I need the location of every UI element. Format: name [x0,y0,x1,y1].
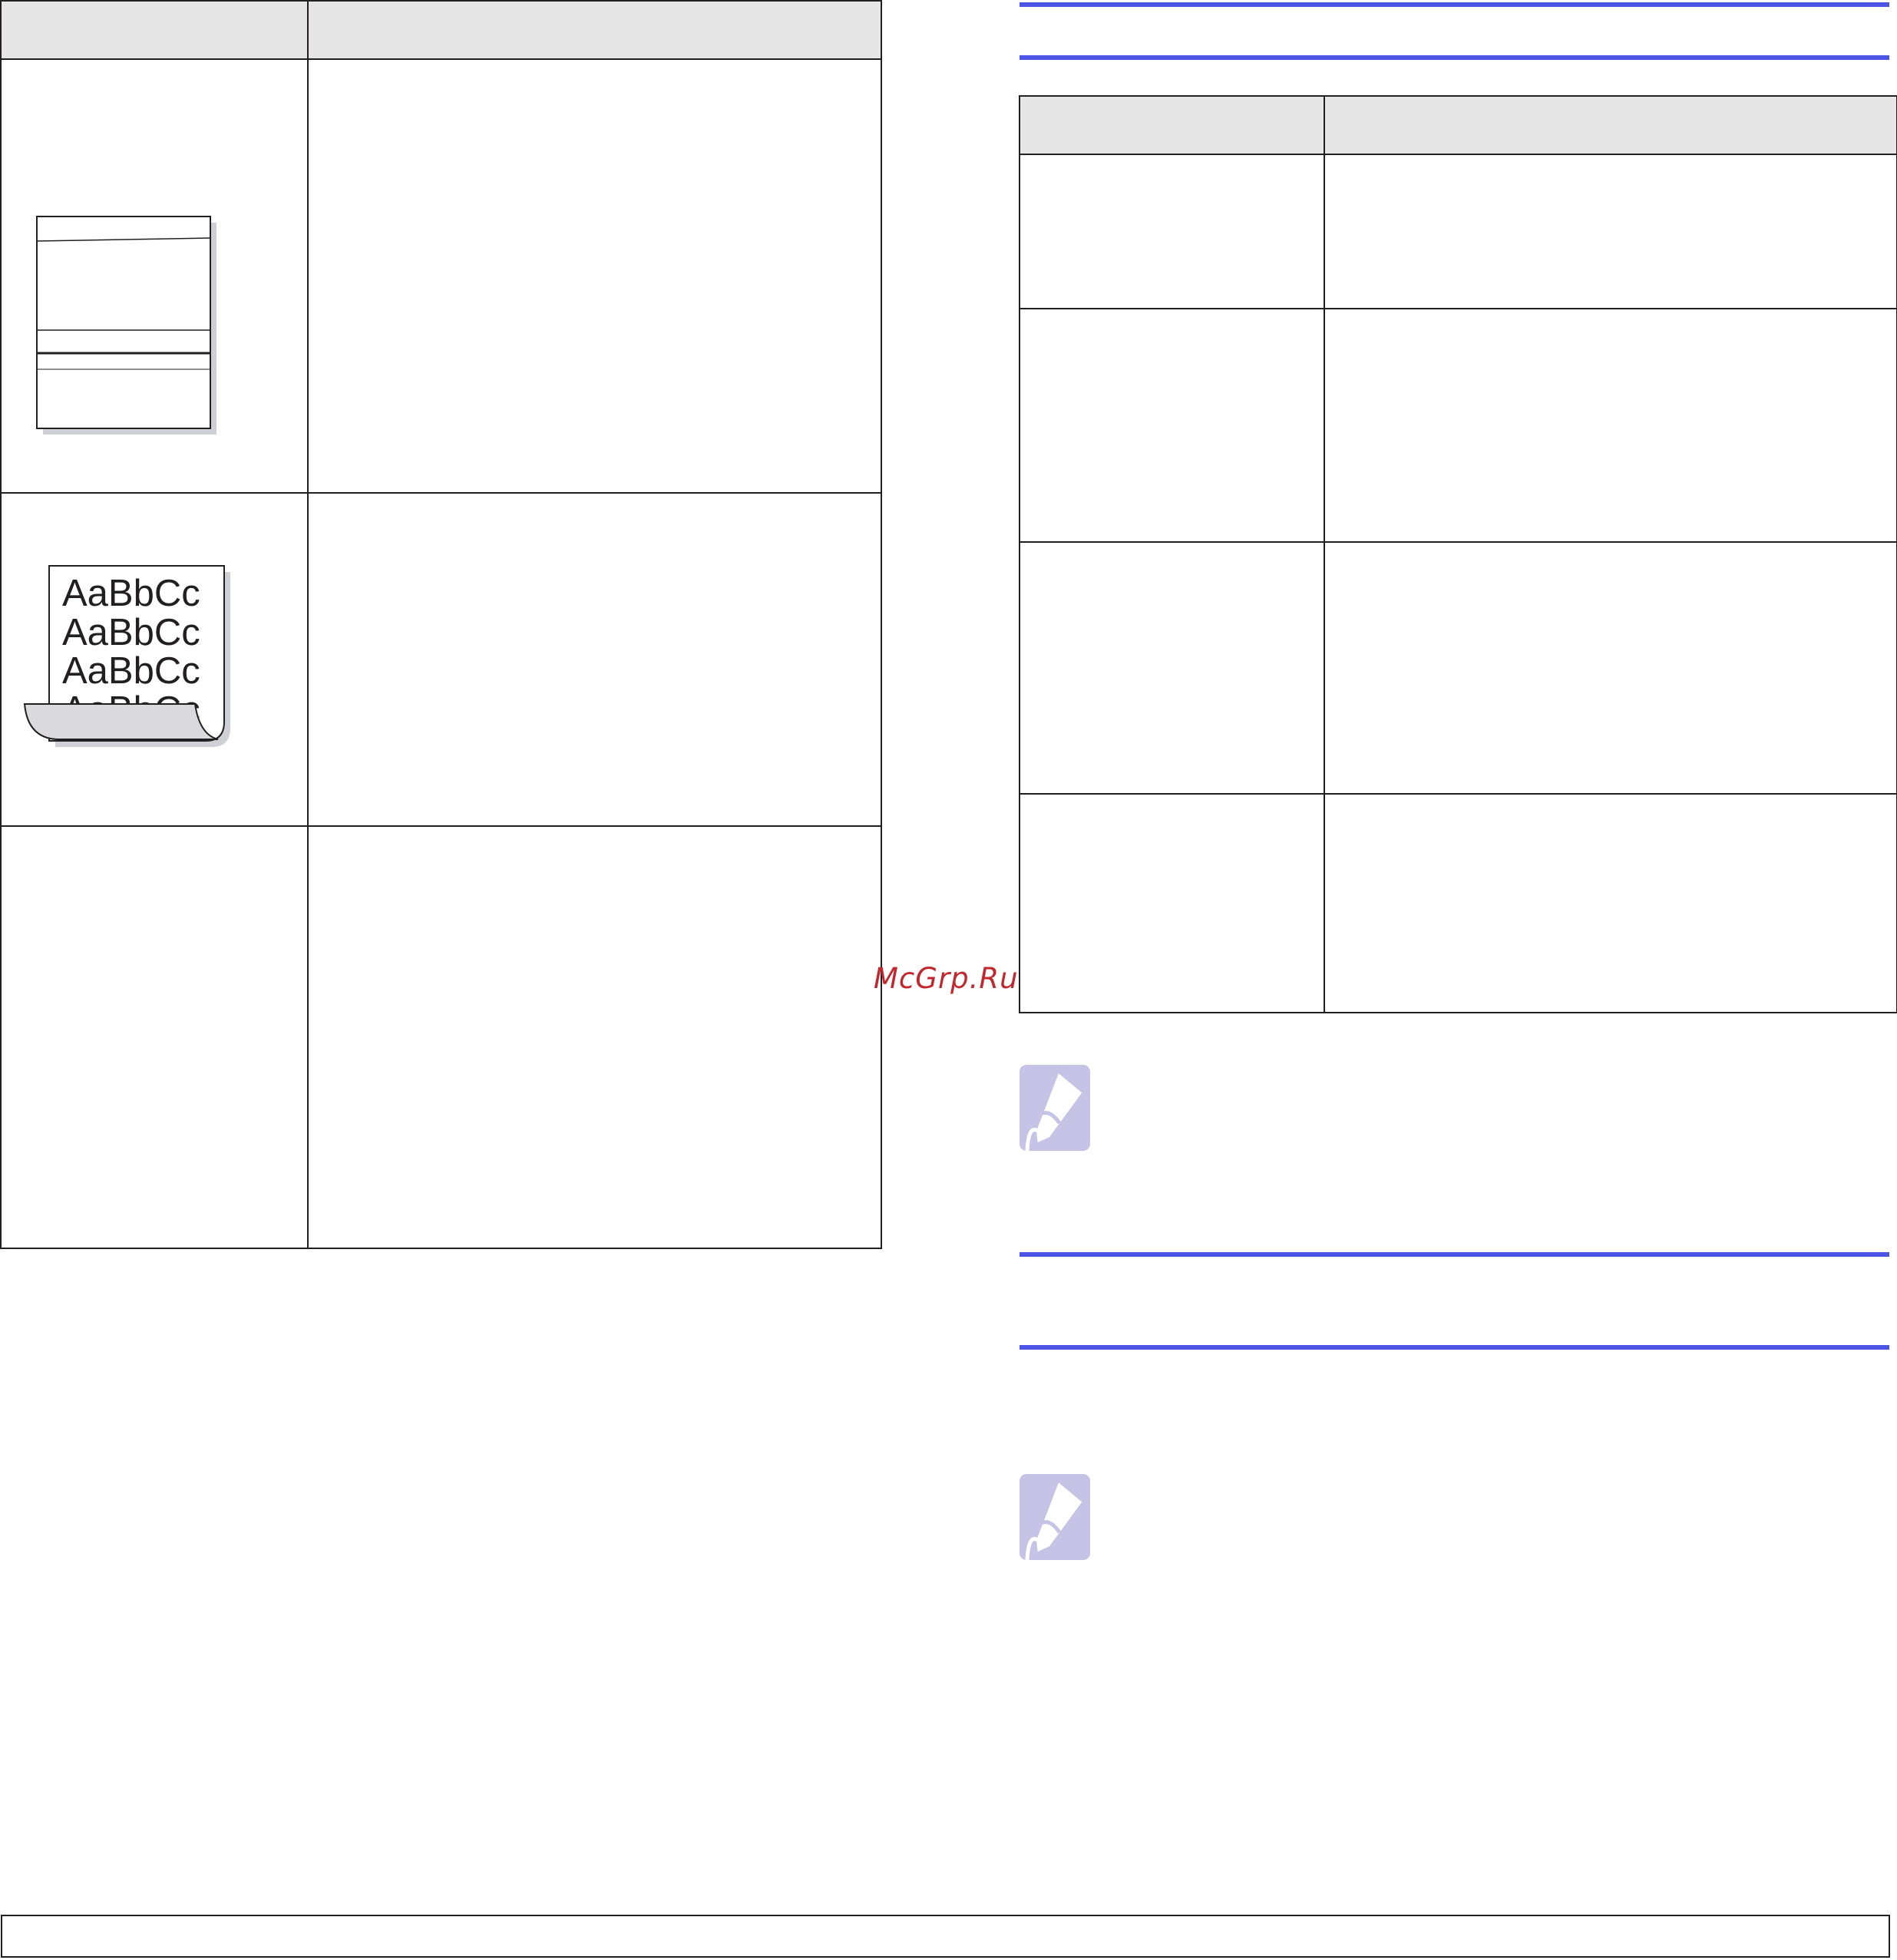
table-cell [1019,793,1325,1013]
table-row: AaBbCc AaBbCc AaBbCc AaBbCc [0,492,882,827]
horizontal-bands-page-icon [36,216,216,435]
left-table: AaBbCc AaBbCc AaBbCc AaBbCc [0,0,882,1249]
table-cell [1324,793,1897,1013]
table-cell [307,492,882,827]
section-rule-top [1020,2,1889,7]
table-row [1019,308,1897,543]
section-rule-bottom [1020,55,1889,60]
left-table-header-solution [307,0,882,60]
sample-text-line: AaBbCc [62,612,200,653]
table-cell [1019,541,1325,795]
table-cell [0,825,309,1249]
table-cell [307,825,882,1249]
table-cell [1324,308,1897,543]
left-table-header-condition [0,0,309,60]
left-table-header-row [0,0,882,60]
curled-page-icon: AaBbCc AaBbCc AaBbCc AaBbCc [23,565,230,747]
table-row [0,825,882,1249]
sample-text-line: AaBbCc [62,650,200,692]
table-cell [1324,154,1897,309]
right-table-header-row [1019,95,1897,155]
right-table-header-condition [1019,95,1325,155]
footer-bar [1,1915,1890,1958]
table-cell: AaBbCc AaBbCc AaBbCc AaBbCc [0,492,309,827]
watermark: McGrp.Ru [874,962,1019,995]
table-row [0,58,882,494]
table-cell [307,58,882,494]
table-row [1019,154,1897,309]
table-row [1019,793,1897,1013]
table-row [1019,541,1897,795]
note-pencil-icon [1020,1065,1090,1151]
table-cell [1324,541,1897,795]
table-cell [0,58,309,494]
table-cell [1019,308,1325,543]
section-rule-bottom [1020,1345,1889,1350]
table-cell [1019,154,1325,309]
right-table-header-solution [1324,95,1897,155]
sample-text-line: AaBbCc [62,573,200,614]
section-rule-top [1020,1252,1889,1257]
note-pencil-icon [1020,1474,1090,1560]
right-table [1019,95,1897,1013]
